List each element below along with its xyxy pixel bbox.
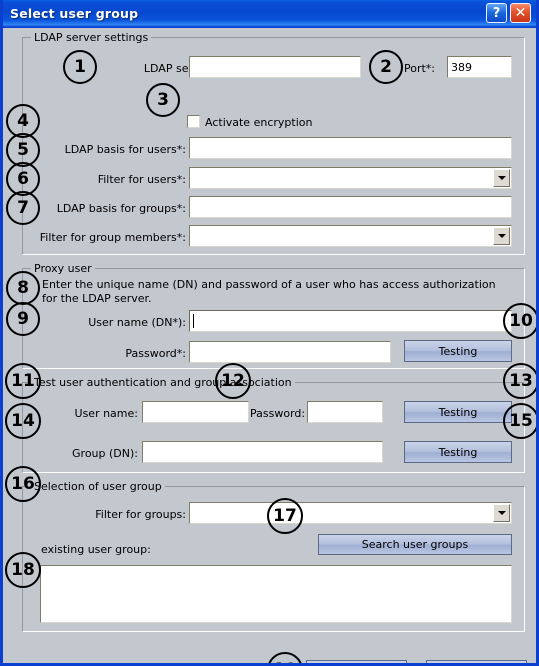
input-user-name-dn[interactable] bbox=[189, 310, 512, 332]
callout-19: 19 bbox=[267, 652, 303, 663]
title-bar-buttons: ? ✕ bbox=[486, 3, 531, 23]
checkbox-activate-encryption[interactable] bbox=[187, 115, 200, 128]
button-search-user-groups[interactable]: Search user groups bbox=[318, 534, 512, 555]
button-test-user-auth[interactable]: Testing bbox=[404, 401, 512, 423]
input-port[interactable] bbox=[447, 56, 512, 78]
label-filter-users: Filter for users*: bbox=[97, 173, 186, 186]
label-test-user-name: User name: bbox=[74, 407, 138, 420]
label-port: Port*: bbox=[404, 62, 436, 75]
groupbox-proxy-user-title: Proxy user bbox=[31, 262, 95, 275]
label-test-password: Password: bbox=[250, 407, 306, 420]
proxy-user-description: Enter the unique name (DN) and password … bbox=[42, 278, 496, 305]
button-test-group-assoc[interactable]: Testing bbox=[404, 441, 512, 463]
label-filter-group-members: Filter for group members*: bbox=[39, 231, 186, 244]
title-bar: Select user group ? ✕ bbox=[3, 0, 536, 28]
chevron-down-icon[interactable] bbox=[493, 504, 510, 522]
text-caret bbox=[193, 314, 194, 328]
label-existing-user-group: existing user group: bbox=[41, 543, 151, 556]
groupbox-ldap-server-settings-title: LDAP server settings bbox=[31, 31, 152, 44]
button-test-proxy-user[interactable]: Testing bbox=[404, 340, 512, 362]
chevron-down-icon[interactable] bbox=[493, 227, 510, 245]
input-test-user-name[interactable] bbox=[142, 401, 249, 423]
ok-button[interactable]: OK bbox=[306, 660, 407, 663]
listbox-existing-user-group[interactable] bbox=[40, 565, 512, 623]
label-group-dn: Group (DN): bbox=[72, 447, 138, 460]
input-ldap-basis-users[interactable] bbox=[189, 137, 512, 159]
window-title: Select user group bbox=[10, 6, 139, 21]
input-ldap-basis-groups[interactable] bbox=[189, 196, 512, 218]
dialog-body: LDAP server settings LDAP server*: Port*… bbox=[3, 28, 536, 663]
cancel-button[interactable]: Cancel bbox=[426, 660, 527, 663]
label-ldap-basis-groups: LDAP basis for groups*: bbox=[56, 202, 186, 215]
groupbox-test-auth-title: Test user authentication and group assoc… bbox=[31, 376, 295, 389]
help-icon[interactable]: ? bbox=[486, 3, 507, 23]
label-user-name-dn: User name (DN*): bbox=[88, 316, 186, 329]
input-test-password[interactable] bbox=[307, 401, 383, 423]
select-user-group-dialog: Select user group ? ✕ LDAP server settin… bbox=[0, 0, 539, 666]
close-icon[interactable]: ✕ bbox=[510, 3, 531, 23]
combo-filter-users[interactable] bbox=[189, 167, 512, 189]
label-filter-groups: Filter for groups: bbox=[95, 508, 186, 521]
label-proxy-password: Password*: bbox=[125, 347, 186, 360]
chevron-down-icon[interactable] bbox=[493, 169, 510, 187]
input-proxy-password[interactable] bbox=[189, 341, 391, 363]
groupbox-selection-user-group-title: Selection of user group bbox=[31, 480, 165, 493]
label-ldap-basis-users: LDAP basis for users*: bbox=[64, 143, 186, 156]
input-ldap-server[interactable] bbox=[189, 56, 361, 78]
combo-filter-group-members[interactable] bbox=[189, 225, 512, 247]
combo-filter-groups[interactable] bbox=[189, 502, 512, 524]
input-group-dn[interactable] bbox=[142, 441, 383, 463]
label-activate-encryption: Activate encryption bbox=[205, 116, 313, 129]
